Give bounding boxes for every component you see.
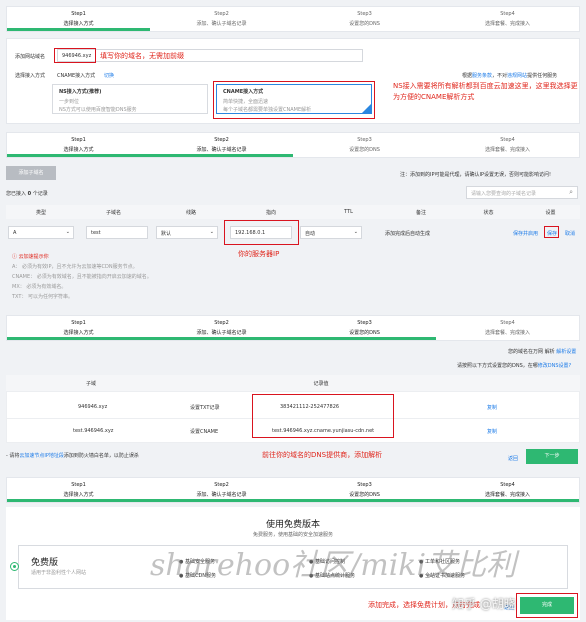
step-4: Step4 选择套餐、完成接入 [484,137,530,153]
records-table-header: 类型 子域名 线路 指向 TTL 备注 状态 设置 [6,205,580,219]
step-3: Step3 设置您的DNS [293,478,436,502]
step-2: Step2 添加、确认子域名记录 [150,478,293,502]
step-4: Step4 选择套餐、完成接入 [436,478,579,502]
access-label: 选择接入方式 [15,73,46,79]
step-2: Step2 添加、确认子域名记录 [196,11,247,27]
record-count: 您已接入 0 个记录 [6,191,48,197]
step-2: Step2 添加、确认子域名记录 [150,133,293,157]
complete-highlight [516,593,578,618]
firewall-note: - 请将云加速节点IP地址段添加到防火墙白名单，以防止误杀 [6,453,139,459]
back-link[interactable]: 返回 [508,455,518,462]
dns-row-2-type: 设置CNAME [190,429,219,435]
save-enable-link[interactable]: 保存并启用 [513,230,538,237]
cname-highlight [213,81,375,119]
remark-text: 添加完成后自动生成 [385,231,431,237]
steps-bar-3: Step1 选择接入方式 Step2 添加、确认子域名记录 Step3 设置您的DNS… [6,315,580,341]
steps-bar-2: Step1 选择接入方式 Step2 添加、确认子域名记录 Step3 设置您的DNS… [6,132,580,158]
terms-text: 根据服务条款，不对违规网站提供任何服务 [462,73,558,79]
record-search-input[interactable]: 请输入您要查询的子域名记录 ⌕ [466,186,578,199]
ns-annotation: NS接入需要将所有解析都到百度云加速这里，这里我选择更为方便的CNAME解析方式 [393,82,578,101]
step-3: Step3 设置您的DNS [349,11,380,27]
plan-section-subtitle: 免费服务，使用基础的安全加速服务 [252,532,333,538]
step-1: Step1 选择接入方式 [7,316,150,340]
dns-annotation: 前往你的域名的DNS提供商，添加解析 [262,451,383,459]
tips-box: ⓘ 云加速提示你 A： 必须为有效IP，且不允许为云加速等CDN服务节点。 CN… [12,253,152,300]
watermark-main: sharehoo社区/miki艾比利 [150,548,517,583]
step-3: Step3 设置您的DNS [349,137,380,153]
plan-section-title: 使用免费版本 [265,520,320,530]
step-4: Step4 选择套餐、完成接入 [484,11,530,27]
type-select[interactable]: A ⌄ [8,226,74,239]
ns-option-card[interactable]: NS接入方式(推荐) 一步到位 NS方式可以使用百度智能DNS服务 [52,84,208,114]
line-select[interactable]: 默认 ⌄ [156,226,218,239]
add-subdomain-button[interactable]: 添加子域名 [6,166,56,180]
cancel-link[interactable]: 取消 [565,230,575,237]
dns-instruction-line: 请按照以下方式设置您的DNS，在哪修改DNS设置? [457,363,572,369]
dns-provider-line: 您的域名在万网 解析 解析设置 [508,349,577,355]
save-highlight [544,226,559,238]
dns-row-1-copy[interactable]: 复制 [487,404,497,411]
chevron-down-icon: ⌄ [209,229,214,235]
dns-row-2-copy[interactable]: 复制 [487,428,497,435]
plan-name: 免费版 [31,558,59,568]
tip-txt: TXT： 可以为任何字符串。 [12,294,74,300]
dns-table-header: 子域 记录值 [6,375,580,391]
domain-annotation: 填写你的域名，无需加前缀 [100,52,184,60]
tip-a: A： 必须为有效IP，且不允许为云加速等CDN服务节点。 [12,264,138,270]
access-panel: 添加网站域名 946946.xyz 填写你的域名，无需加前缀 选择接入方式 CN… [6,38,580,124]
subdomain-input[interactable]: test [86,226,148,239]
step-4: Step4 选择套餐、完成接入 [484,320,530,336]
chevron-down-icon: ⌄ [353,229,358,235]
dns-row-1-type: 设置TXT记录 [190,405,220,411]
step-1: Step1 选择接入方式 [7,478,150,502]
steps-bar-1: Step1 选择接入方式 Step2 添加、确认子域名记录 Step3 设置您的DNS… [6,6,580,32]
radio-selected-icon[interactable] [10,562,19,571]
domain-highlight [54,48,96,63]
ttl-select[interactable]: 自动 ⌄ [300,226,362,239]
search-icon: ⌕ [569,188,573,196]
tip-mx: MX： 必须为有效域名。 [12,284,67,290]
ip-highlight [224,220,299,245]
plan-desc: 适用于非盈利性个人网站 [31,570,87,576]
warning-icon: ⓘ [12,254,18,260]
chevron-down-icon: ⌄ [65,229,70,235]
dns-values-highlight [252,394,394,438]
step-1: Step1 选择接入方式 [7,7,150,31]
cname-label: CNAME接入方式 [57,73,96,79]
ip-annotation: 你的服务器IP [238,250,280,258]
step-2: Step2 添加、确认子域名记录 [150,316,293,340]
ip-notice: 注：添加到的IP可能是代理，请确认IP设置无误，否则可能影响访问! [400,172,551,178]
next-step-button[interactable]: 下一步 [526,449,578,464]
steps-bar-4: Step1 选择接入方式 Step2 添加、确认子域名记录 Step3 设置您的DNS… [6,477,580,503]
tip-cname: CNAME： 必须为有效域名，且不能被指向开启云加速的域名。 [12,274,152,280]
step-1: Step1 选择接入方式 [7,133,150,157]
step-3: Step3 设置您的DNS [293,316,436,340]
dns-row-2-sub: test.946946.xyz [73,428,114,434]
watermark-zhihu: 知乎 @胡晓 [452,597,516,611]
tips-title: ⓘ 云加速提示你 [12,254,49,260]
add-domain-label: 添加网站域名 [15,54,46,60]
dns-row-1-sub: 946946.xyz [78,404,108,410]
switch-link[interactable]: 切换 [104,72,114,79]
